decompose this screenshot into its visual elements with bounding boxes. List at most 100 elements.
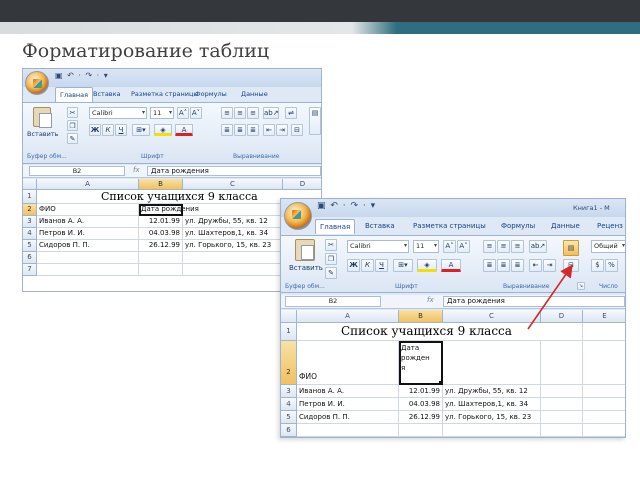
borders-button[interactable]: ⊞▾ — [132, 124, 150, 136]
grid-cell[interactable] — [183, 264, 283, 276]
font-color-button[interactable]: A — [441, 259, 461, 272]
row-header[interactable]: 2 — [281, 341, 297, 385]
column-header-c[interactable]: C — [443, 310, 541, 323]
grid-cell[interactable] — [583, 385, 625, 398]
table-cell-date[interactable]: 26.12.99 — [139, 240, 183, 252]
format-painter-icon[interactable]: ✎ — [67, 133, 78, 144]
format-painter-icon[interactable]: ✎ — [325, 267, 337, 279]
tab-home[interactable]: Главная — [315, 219, 356, 234]
row-header[interactable]: 3 — [23, 216, 37, 228]
align-right-button[interactable]: ≣ — [247, 124, 259, 136]
select-all-corner[interactable] — [23, 179, 37, 190]
tab-formulas[interactable]: Формулы — [501, 222, 535, 230]
row-header[interactable]: 1 — [281, 323, 297, 341]
office-button-icon[interactable] — [25, 71, 49, 95]
tab-data[interactable]: Данные — [241, 90, 268, 98]
grid-cell[interactable] — [183, 252, 283, 264]
formula-input[interactable]: Дата рождения — [443, 296, 625, 307]
align-top-button[interactable]: ≡ — [221, 107, 233, 119]
grid-cell[interactable] — [399, 424, 443, 437]
column-header-e[interactable]: E — [583, 310, 625, 323]
paste-icon[interactable] — [295, 239, 315, 261]
table-cell-date[interactable]: 26.12.99 — [399, 411, 443, 424]
grid-cell[interactable] — [583, 424, 625, 437]
row-header[interactable]: 4 — [23, 228, 37, 240]
tab-formulas[interactable]: Формулы — [195, 90, 227, 98]
cell-date-header[interactable]: Дата рождения — [139, 204, 199, 216]
font-name-select[interactable]: Calibri — [347, 240, 409, 253]
orientation-button[interactable]: ab↗ — [529, 240, 547, 253]
wrap-text-button[interactable]: ▤ — [563, 240, 579, 256]
fx-icon[interactable]: fx — [427, 296, 434, 304]
table-cell-date[interactable]: 04.03.98 — [139, 228, 183, 240]
grid-cell[interactable] — [139, 252, 183, 264]
column-header-b[interactable]: B — [139, 179, 183, 190]
font-name-select[interactable]: Calibri — [89, 107, 147, 119]
decrease-indent-button[interactable]: ⇤ — [263, 124, 275, 136]
italic-button[interactable]: К — [361, 259, 374, 272]
grid-cell[interactable] — [583, 323, 625, 341]
name-box[interactable]: B2 — [285, 296, 381, 307]
grid-cell[interactable] — [541, 411, 583, 424]
fill-color-button[interactable]: ◈ — [417, 259, 437, 272]
column-header-d[interactable]: D — [541, 310, 583, 323]
cell-date-header-wrapped[interactable]: Дата рожден я — [399, 341, 443, 385]
paste-icon[interactable] — [33, 107, 52, 128]
table-cell-name[interactable]: Петров И. И. — [37, 228, 139, 240]
tab-page-layout[interactable]: Разметка страницы — [413, 222, 486, 230]
select-all-corner[interactable] — [281, 310, 297, 323]
row-header[interactable]: 7 — [23, 264, 37, 276]
grid-cell[interactable] — [541, 424, 583, 437]
row-header[interactable]: 5 — [23, 240, 37, 252]
row-header[interactable]: 6 — [23, 252, 37, 264]
borders-button[interactable]: ⊞▾ — [393, 259, 413, 272]
column-header-d[interactable]: D — [283, 179, 321, 190]
align-center-button[interactable]: ≣ — [497, 259, 510, 272]
align-right-button[interactable]: ≣ — [511, 259, 524, 272]
grow-font-button[interactable]: A˄ — [177, 107, 189, 119]
bold-button[interactable]: Ж — [89, 124, 101, 136]
table-cell-name[interactable]: Иванов А. А. — [297, 385, 399, 398]
alignment-dialog-launcher-icon[interactable]: ↘ — [577, 282, 585, 290]
quick-access-toolbar[interactable]: ▣ ↶ · ↷ · ▾ — [55, 71, 109, 80]
copy-icon[interactable]: ❐ — [325, 253, 337, 265]
copy-icon[interactable]: ❐ — [67, 120, 78, 131]
quick-access-toolbar[interactable]: ▣ ↶ · ↷ · ▾ — [317, 201, 376, 211]
fx-icon[interactable]: fx — [133, 166, 140, 174]
font-size-select[interactable]: 11 — [413, 240, 439, 253]
table-cell-name[interactable]: Иванов А. А. — [37, 216, 139, 228]
grid-cell[interactable] — [541, 398, 583, 411]
tab-review[interactable]: Реценз — [597, 222, 623, 230]
tab-insert[interactable]: Вставка — [93, 90, 121, 98]
table-cell-address[interactable]: ул. Дружбы, 55, кв. 12 — [183, 216, 283, 228]
table-cell-address[interactable]: ул. Горького, 15, кв. 23 — [183, 240, 283, 252]
table-cell-address[interactable]: ул. Шахтеров,1, кв. 34 — [443, 398, 541, 411]
cell-fio-header[interactable]: ФИО — [37, 204, 139, 216]
table-cell-date[interactable]: 12.01.99 — [139, 216, 183, 228]
cut-icon[interactable]: ✂ — [67, 107, 78, 118]
merge-center-button[interactable]: ⊟ — [291, 124, 303, 136]
tab-insert[interactable]: Вставка — [365, 222, 395, 230]
office-button-icon[interactable] — [284, 202, 312, 230]
wrap-text-button[interactable]: ⇌ — [285, 107, 297, 119]
currency-button[interactable]: $ — [591, 259, 604, 272]
grid-cell[interactable] — [37, 252, 139, 264]
grid-cell[interactable] — [541, 341, 583, 385]
shrink-font-button[interactable]: A˅ — [190, 107, 202, 119]
grid-cell[interactable] — [443, 341, 541, 385]
grid-cell[interactable] — [583, 341, 625, 385]
row-header[interactable]: 4 — [281, 398, 297, 411]
table-title-cell[interactable]: Список учащихся 9 класса — [297, 323, 583, 341]
cut-icon[interactable]: ✂ — [325, 239, 337, 251]
tab-data[interactable]: Данные — [551, 222, 580, 230]
fill-handle[interactable] — [439, 381, 443, 385]
orientation-button[interactable]: ab↗ — [263, 107, 279, 119]
row-header[interactable]: 5 — [281, 411, 297, 424]
paste-label[interactable]: Вставить — [27, 130, 58, 138]
grid-cell[interactable] — [583, 398, 625, 411]
underline-button[interactable]: Ч — [375, 259, 388, 272]
merge-center-button[interactable]: ⊟ — [563, 259, 579, 272]
column-header-b[interactable]: B — [399, 310, 443, 323]
table-cell-address[interactable]: ул. Горького, 15, кв. 23 — [443, 411, 541, 424]
number-format-select[interactable]: Общий — [591, 240, 625, 253]
